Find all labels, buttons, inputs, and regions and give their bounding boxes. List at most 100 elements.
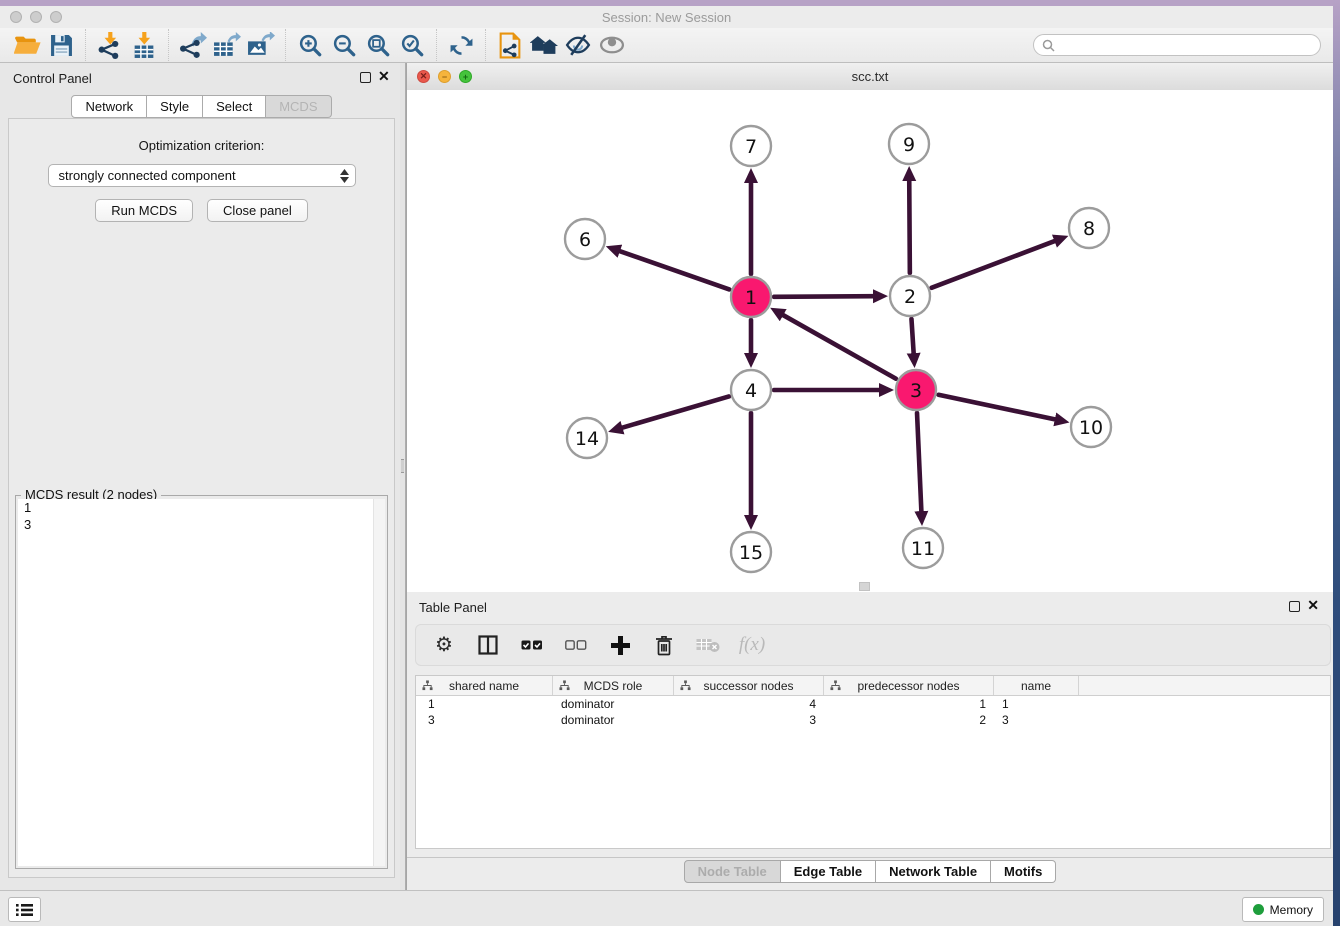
task-history-button[interactable] bbox=[8, 897, 41, 922]
select-all-columns-icon[interactable] bbox=[520, 633, 544, 657]
graph-node-8[interactable]: 8 bbox=[1069, 208, 1109, 248]
search-box bbox=[1033, 34, 1321, 56]
table-cell: 4 bbox=[674, 697, 824, 711]
optimization-criterion-select[interactable]: strongly connected component bbox=[48, 164, 356, 187]
hide-panel-eye-icon[interactable] bbox=[561, 30, 595, 60]
export-network-icon[interactable] bbox=[176, 30, 210, 60]
graph-node-3[interactable]: 3 bbox=[896, 370, 936, 410]
split-view-icon[interactable] bbox=[476, 633, 500, 657]
import-table-icon[interactable] bbox=[127, 30, 161, 60]
graph-edge-4-14[interactable] bbox=[621, 396, 729, 428]
zoom-out-icon[interactable] bbox=[327, 30, 361, 60]
application-window: Session: New Session bbox=[0, 0, 1340, 926]
graph-edge-2-9[interactable] bbox=[909, 179, 910, 273]
status-bar: Memory bbox=[0, 890, 1333, 926]
search-input[interactable] bbox=[1060, 37, 1320, 53]
graph-node-label: 1 bbox=[745, 287, 757, 309]
table-panel-title: Table Panel bbox=[419, 600, 487, 615]
table-float-panel-icon[interactable] bbox=[1289, 601, 1300, 612]
graph-node-4[interactable]: 4 bbox=[731, 370, 771, 410]
add-column-icon[interactable] bbox=[608, 633, 632, 657]
zoom-fit-icon[interactable] bbox=[361, 30, 395, 60]
graph-edge-1-2[interactable] bbox=[774, 296, 875, 297]
graph-node-7[interactable]: 7 bbox=[731, 126, 771, 166]
memory-label: Memory bbox=[1270, 903, 1313, 917]
graph-node-label: 6 bbox=[579, 229, 591, 251]
column-header-predecessor-nodes[interactable]: predecessor nodes bbox=[824, 676, 994, 695]
graph-edge-2-3[interactable] bbox=[911, 319, 913, 355]
mcds-result-scrollbar[interactable] bbox=[373, 499, 385, 866]
tab-motifs[interactable]: Motifs bbox=[991, 860, 1056, 883]
network-canvas[interactable]: 7 9 6 8 1 2 4 3 14 10 15 11 bbox=[407, 90, 1333, 592]
graph-edge-3-1[interactable] bbox=[781, 314, 895, 379]
tab-mcds[interactable]: MCDS bbox=[266, 95, 331, 118]
graph-node-6[interactable]: 6 bbox=[565, 219, 605, 259]
desktop-wallpaper-right bbox=[1333, 0, 1340, 926]
tab-edge-table[interactable]: Edge Table bbox=[781, 860, 876, 883]
network-file-icon[interactable] bbox=[493, 30, 527, 60]
table-cell: 3 bbox=[674, 713, 824, 727]
table-cell: dominator bbox=[553, 713, 674, 727]
network-hscrollbar-stub[interactable] bbox=[859, 582, 870, 591]
home-icon[interactable] bbox=[527, 30, 561, 60]
mcds-result-line: 3 bbox=[18, 516, 385, 533]
mcds-result-list[interactable]: 13 bbox=[18, 499, 385, 866]
graph-node-label: 7 bbox=[745, 136, 757, 158]
graph-node-2[interactable]: 2 bbox=[890, 276, 930, 316]
mcds-result-group: MCDS result (2 nodes) 13 bbox=[15, 495, 388, 869]
graph-edge-1-6[interactable] bbox=[618, 251, 729, 290]
table-close-panel-icon[interactable]: ✕ bbox=[1307, 600, 1319, 611]
memory-button[interactable]: Memory bbox=[1242, 897, 1324, 922]
show-panel-eye-icon[interactable] bbox=[595, 30, 629, 60]
save-session-icon[interactable] bbox=[44, 30, 78, 60]
tab-select[interactable]: Select bbox=[203, 95, 266, 118]
table-cell: 2 bbox=[824, 713, 994, 727]
tab-style[interactable]: Style bbox=[147, 95, 203, 118]
delete-column-icon[interactable] bbox=[652, 633, 676, 657]
graph-node-14[interactable]: 14 bbox=[567, 418, 607, 458]
tab-network[interactable]: Network bbox=[71, 95, 147, 118]
graph-node-10[interactable]: 10 bbox=[1071, 407, 1111, 447]
table-row[interactable]: 3dominator323 bbox=[416, 712, 1330, 728]
network-window-title: scc.txt bbox=[407, 69, 1333, 84]
table-cell: dominator bbox=[553, 697, 674, 711]
column-header-name[interactable]: name bbox=[994, 676, 1079, 695]
graph-node-11[interactable]: 11 bbox=[903, 528, 943, 568]
table-row[interactable]: 1dominator411 bbox=[416, 696, 1330, 712]
close-panel-icon[interactable]: ✕ bbox=[378, 71, 390, 82]
deselect-all-columns-icon[interactable] bbox=[564, 633, 588, 657]
column-header-successor-nodes[interactable]: successor nodes bbox=[674, 676, 824, 695]
refresh-icon[interactable] bbox=[444, 30, 478, 60]
export-table-icon[interactable] bbox=[210, 30, 244, 60]
graph-node-1[interactable]: 1 bbox=[731, 277, 771, 317]
zoom-selected-icon[interactable] bbox=[395, 30, 429, 60]
tab-node-table[interactable]: Node Table bbox=[684, 860, 781, 883]
settings-icon[interactable]: ⚙ bbox=[432, 633, 456, 657]
delete-table-icon[interactable] bbox=[696, 633, 720, 657]
graph-edge-3-10[interactable] bbox=[939, 395, 1057, 420]
graph-node-15[interactable]: 15 bbox=[731, 532, 771, 572]
table-header-row: shared nameMCDS rolesuccessor nodesprede… bbox=[416, 676, 1330, 696]
mcds-panel: Optimization criterion: strongly connect… bbox=[8, 118, 395, 878]
graph-edge-3-11[interactable] bbox=[917, 413, 921, 513]
network-view-window: ✕ − + scc.txt 7968124314101511 bbox=[406, 63, 1333, 592]
graph-node-9[interactable]: 9 bbox=[889, 124, 929, 164]
zoom-in-icon[interactable] bbox=[293, 30, 327, 60]
table-panel: Table Panel ✕ ⚙ f(x) bbox=[406, 592, 1333, 890]
export-image-icon[interactable] bbox=[244, 30, 278, 60]
import-network-icon[interactable] bbox=[93, 30, 127, 60]
run-mcds-button[interactable]: Run MCDS bbox=[95, 199, 193, 222]
column-header-MCDS-role[interactable]: MCDS role bbox=[553, 676, 674, 695]
graph-edge-2-8[interactable] bbox=[932, 240, 1057, 287]
function-builder-icon[interactable]: f(x) bbox=[740, 633, 764, 657]
open-session-icon[interactable] bbox=[10, 30, 44, 60]
dropdown-stepper-icon bbox=[340, 169, 349, 183]
tab-network-table[interactable]: Network Table bbox=[876, 860, 991, 883]
network-graph: 7 9 6 8 1 2 4 3 14 10 15 11 bbox=[407, 90, 1332, 590]
splitter-grip[interactable] bbox=[401, 459, 404, 473]
main-toolbar bbox=[0, 28, 1333, 63]
close-panel-button[interactable]: Close panel bbox=[207, 199, 308, 222]
control-panel-title: Control Panel bbox=[13, 71, 92, 86]
float-panel-icon[interactable] bbox=[360, 72, 371, 83]
column-header-shared-name[interactable]: shared name bbox=[416, 676, 553, 695]
